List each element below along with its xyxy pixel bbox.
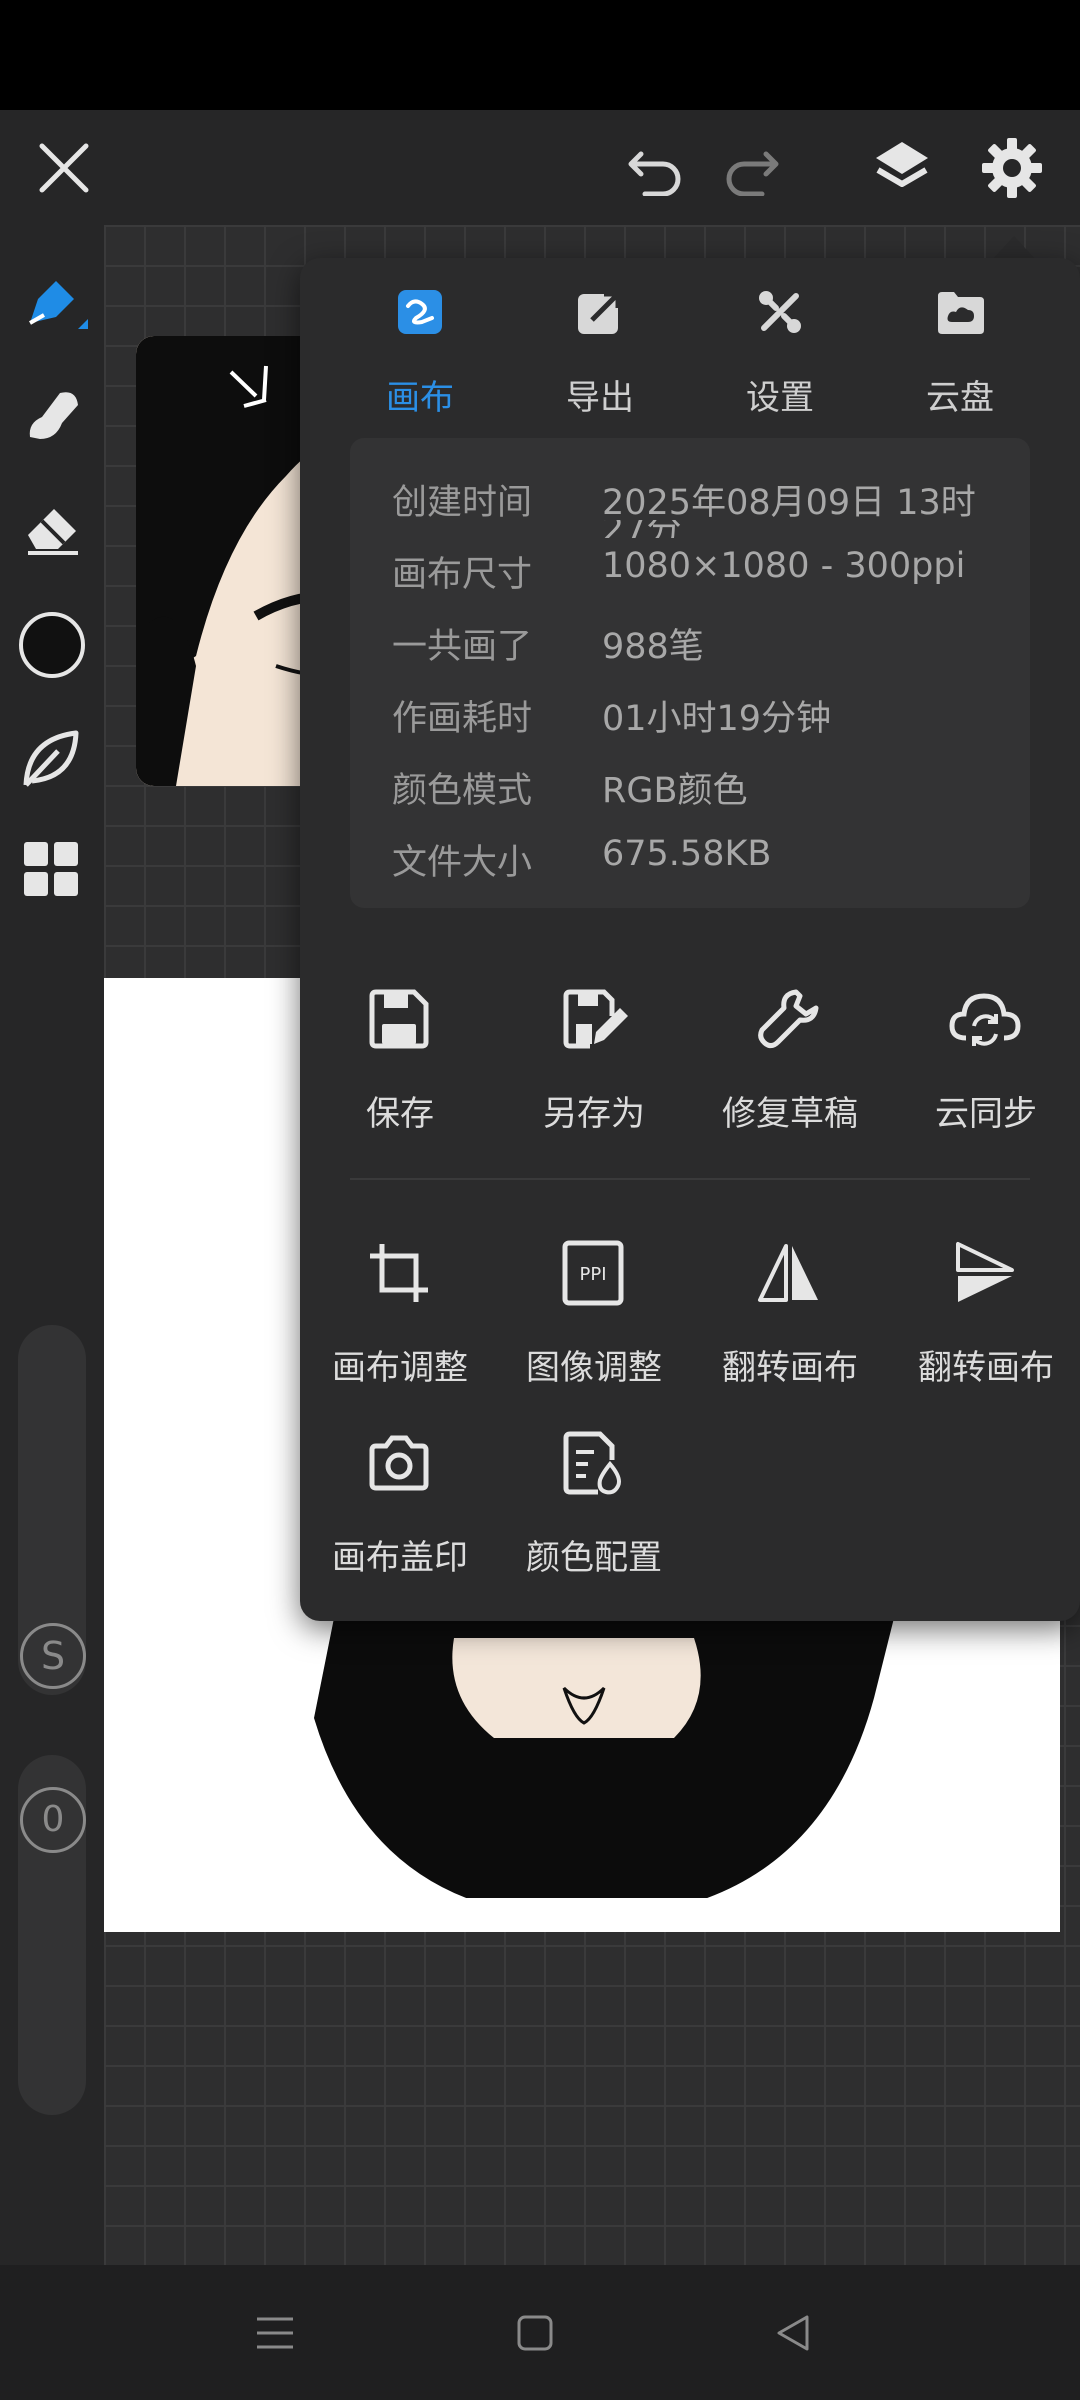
opacity-slider-handle[interactable]: 0 (20, 1787, 86, 1853)
info-key: 一共画了 (392, 627, 533, 667)
divider (350, 1178, 1030, 1180)
home-icon[interactable] (515, 2313, 555, 2353)
brush-icon[interactable] (16, 269, 88, 341)
flip-vertical-label: 翻转画布 (918, 1348, 1054, 1388)
color-circle-icon[interactable] (16, 609, 88, 681)
repair-draft-label: 修复草稿 (722, 1094, 858, 1134)
ppi-text: PPI (579, 1264, 606, 1285)
save-as-button[interactable]: 另存为 (496, 986, 692, 1136)
info-value: 988笔 (602, 627, 704, 667)
eraser-icon[interactable] (20, 495, 84, 559)
canvas-adjust-label: 画布调整 (332, 1348, 468, 1388)
save-as-icon (563, 989, 628, 1049)
cloud-sync-label: 云同步 (935, 1094, 1037, 1134)
save-label: 保存 (366, 1094, 434, 1134)
layers-icon[interactable] (870, 136, 934, 200)
opacity-slider[interactable]: 0 (18, 1755, 86, 2115)
tab-cloud[interactable]: 云盘 (870, 288, 1050, 418)
top-toolbar (0, 110, 1080, 225)
wrench-icon (758, 989, 819, 1049)
cloud-sync-button[interactable]: 云同步 (888, 986, 1080, 1136)
info-key: 文件大小 (392, 843, 533, 883)
save-button[interactable]: 保存 (302, 986, 498, 1136)
tab-export[interactable]: 导出 (510, 288, 690, 418)
size-slider-handle[interactable]: S (20, 1623, 86, 1689)
flip-horizontal-button[interactable]: 翻转画布 (692, 1240, 888, 1390)
cloud-sync-icon (949, 993, 1021, 1046)
cloud-folder-icon (938, 292, 984, 334)
tab-canvas-label: 画布 (386, 378, 454, 418)
tab-export-label: 导出 (566, 378, 634, 418)
save-icon (369, 989, 429, 1049)
camera-icon (369, 1435, 429, 1491)
canvas-adjust-button[interactable]: 画布调整 (302, 1240, 498, 1390)
crop-icon (370, 1244, 428, 1302)
tools-icon (759, 291, 801, 333)
canvas-info-panel: 创建时间 2025年08月09日 13时 27分 画布尺寸 1080×1080 … (350, 438, 1030, 908)
info-value: 01小时19分钟 (602, 699, 832, 739)
repair-draft-button[interactable]: 修复草稿 (692, 986, 888, 1136)
left-toolbar: S 0 (0, 225, 104, 2265)
info-key: 颜色模式 (392, 771, 533, 811)
status-bar (0, 0, 1080, 110)
system-nav-bar (0, 2265, 1080, 2400)
image-adjust-label: 图像调整 (526, 1348, 662, 1388)
tab-cloud-label: 云盘 (926, 378, 994, 418)
smudge-icon[interactable] (20, 383, 84, 447)
brush-size-slider[interactable]: S (18, 1325, 86, 1695)
tab-settings[interactable]: 设置 (690, 288, 870, 418)
canvas-stamp-button[interactable]: 画布盖印 (302, 1430, 498, 1580)
artwork-image (314, 1618, 894, 1898)
back-icon[interactable] (773, 2313, 813, 2353)
flip-vertical-button[interactable]: 翻转画布 (888, 1240, 1080, 1390)
tab-canvas[interactable]: 画布 (330, 288, 510, 418)
popup-pointer (992, 236, 1036, 260)
canvas-stamp-label: 画布盖印 (332, 1538, 468, 1578)
info-value-overflow: 27分 (602, 520, 682, 538)
info-key: 创建时间 (392, 483, 533, 523)
color-profile-label: 颜色配置 (526, 1538, 662, 1578)
info-key: 作画耗时 (392, 699, 533, 739)
color-profile-button[interactable]: 颜色配置 (496, 1430, 692, 1580)
save-as-label: 另存为 (543, 1094, 645, 1134)
info-key: 画布尺寸 (392, 555, 533, 595)
grid-icon[interactable] (22, 840, 82, 900)
undo-icon[interactable] (625, 140, 685, 196)
gear-icon[interactable] (980, 136, 1044, 200)
color-profile-icon (563, 1431, 621, 1495)
tab-settings-label: 设置 (746, 378, 814, 418)
canvas-icon (398, 290, 442, 334)
close-icon[interactable] (36, 140, 92, 196)
export-icon (578, 291, 621, 334)
flip-horizontal-label: 翻转画布 (722, 1348, 858, 1388)
ppi-icon: PPI (562, 1240, 624, 1306)
info-value: 1080×1080 - 300ppi (602, 546, 966, 586)
flip-horizontal-icon (758, 1244, 818, 1302)
menu-icon[interactable] (255, 2313, 295, 2353)
info-value: 675.58KB (602, 834, 772, 874)
redo-icon[interactable] (722, 140, 782, 196)
info-value: 2025年08月09日 13时 (602, 483, 976, 523)
image-adjust-button[interactable]: PPI 图像调整 (496, 1240, 692, 1390)
flip-vertical-icon (956, 1242, 1014, 1302)
canvas-menu-popup: 画布 导出 设置 云盘 创建时间 2025年08月09日 13时 27分 (300, 258, 1080, 1621)
info-value: RGB颜色 (602, 771, 748, 811)
leaf-icon[interactable] (18, 725, 86, 793)
